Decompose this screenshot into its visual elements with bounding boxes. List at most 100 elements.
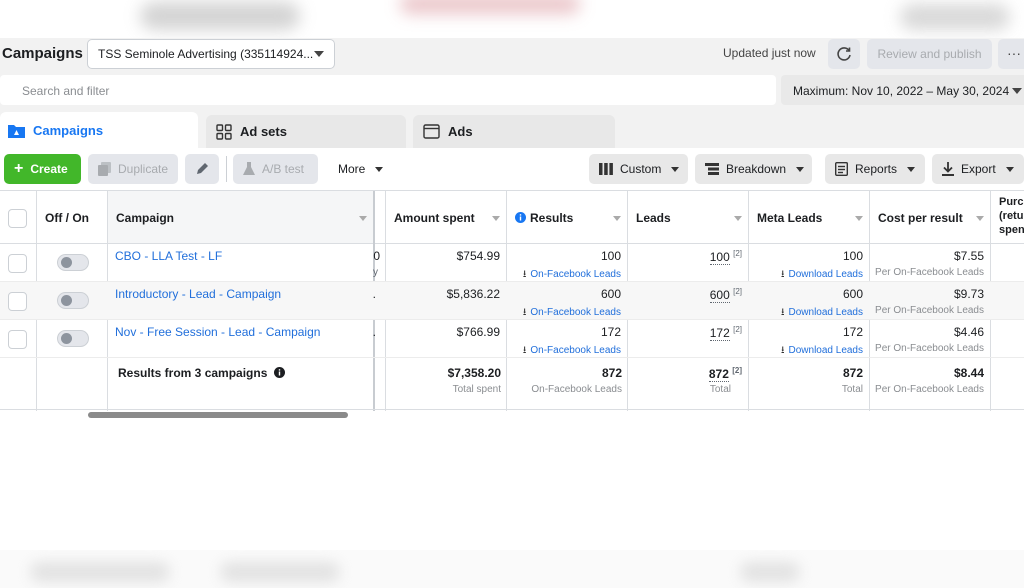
updated-status: Updated just now [723, 46, 816, 60]
info-icon[interactable] [273, 367, 285, 378]
results-label: Results [530, 211, 574, 225]
reports-dropdown[interactable]: Reports [825, 154, 925, 184]
edit-button[interactable] [185, 154, 219, 184]
blurred-bottom-region [0, 550, 1024, 588]
campaign-toggle[interactable] [57, 330, 89, 347]
ab-test-button[interactable]: A/B test [233, 154, 318, 184]
results-sub-label: On-Facebook Leads [530, 307, 621, 318]
campaign-header[interactable]: Campaign [108, 191, 374, 244]
cost-sub-cell: Per On-Facebook Leads [875, 343, 984, 354]
results-header[interactable]: Results [507, 191, 628, 244]
cost-per-result-label: Cost per result [878, 211, 963, 225]
header-bar: Campaigns TSS Seminole Advertising (3351… [0, 38, 1024, 72]
export-dropdown[interactable]: Export [932, 154, 1024, 184]
leads-value: 600 [709, 288, 730, 303]
select-all-checkbox[interactable] [8, 209, 27, 228]
sort-icon [855, 216, 863, 221]
total-cost: $8.44 [953, 366, 984, 380]
table-row[interactable]: CBO - LLA Test - LF 0 y $754.99 100 ⭳ On-… [0, 244, 1024, 282]
row-checkbox[interactable] [8, 292, 27, 311]
sort-icon [613, 216, 621, 221]
date-range-label: Maximum: Nov 10, 2022 – May 30, 2024 [793, 84, 1010, 98]
pencil-icon [197, 163, 208, 174]
create-label: Create [30, 162, 68, 176]
total-spent-label: Total spent [452, 384, 501, 395]
chevron-down-icon [314, 51, 324, 57]
download-icon [942, 162, 954, 176]
refresh-button[interactable] [828, 39, 860, 69]
leads-cell: 100 [2] [628, 249, 742, 265]
cost-per-result-header[interactable]: Cost per result [870, 191, 991, 244]
amount-spent-cell: $754.99 [456, 249, 500, 263]
row-checkbox[interactable] [8, 330, 27, 349]
sort-icon [734, 216, 742, 221]
info-icon [515, 212, 526, 223]
summary-label-text: Results from 3 campaigns [118, 366, 268, 380]
custom-label: Custom [620, 162, 662, 176]
leads-header[interactable]: Leads [628, 191, 749, 244]
more-dropdown[interactable]: More [328, 154, 390, 184]
breakdown-dropdown[interactable]: Breakdown [695, 154, 812, 184]
review-publish-button[interactable]: Review and publish [867, 39, 992, 69]
tab-label: Campaigns [33, 122, 104, 138]
search-row: Search and filter Maximum: Nov 10, 2022 … [0, 72, 1024, 110]
date-range-picker[interactable]: Maximum: Nov 10, 2022 – May 30, 2024 [781, 75, 1024, 105]
cost-cell: $7.55 [953, 249, 984, 263]
tab-ad-sets[interactable]: Ad sets [206, 115, 406, 148]
meta-leads-header[interactable]: Meta Leads [749, 191, 870, 244]
campaign-name-link[interactable]: Nov - Free Session - Lead - Campaign [115, 325, 320, 339]
results-cell: 100 [600, 249, 621, 263]
amount-spent-header[interactable]: Amount spent [386, 191, 507, 244]
search-input[interactable]: Search and filter [0, 75, 776, 105]
select-all-header [0, 191, 37, 244]
download-leads-label: Download Leads [788, 345, 864, 356]
chevron-down-icon [1012, 88, 1022, 94]
horizontal-scrollbar[interactable] [88, 412, 348, 418]
off-on-header[interactable]: Off / On [37, 191, 108, 244]
campaign-name-link[interactable]: Introductory - Lead - Campaign [115, 287, 281, 301]
total-leads: 872 [2] [628, 366, 742, 382]
download-icon: ⭳ [522, 307, 527, 318]
tab-ads[interactable]: Ads [413, 115, 615, 148]
sort-icon [976, 216, 984, 221]
reports-label: Reports [855, 162, 898, 176]
off-on-label: Off / On [45, 211, 89, 225]
leads-sup: [2] [733, 287, 742, 296]
columns-icon [599, 163, 613, 175]
columns-custom-dropdown[interactable]: Custom [589, 154, 688, 184]
results-sub-label: On-Facebook Leads [530, 345, 621, 356]
tab-label: Ads [448, 124, 473, 139]
ad-window-icon [423, 124, 440, 139]
account-selector[interactable]: TSS Seminole Advertising (335114924... [87, 39, 335, 69]
duplicate-label: Duplicate [118, 162, 169, 176]
download-icon: ⭳ [781, 307, 785, 318]
leads-cell: 600 [2] [628, 287, 742, 303]
duplicate-icon [98, 162, 111, 176]
cost-cell: $9.73 [953, 287, 984, 301]
breakdown-label: Breakdown [726, 162, 787, 176]
breakdown-icon [705, 163, 719, 175]
cost-cell: $4.46 [953, 325, 984, 339]
cost-sub-cell: Per On-Facebook Leads [875, 267, 984, 278]
summary-label: Results from 3 campaigns [118, 366, 285, 380]
campaign-toggle[interactable] [57, 292, 89, 309]
tab-campaigns[interactable]: Campaigns [0, 112, 198, 148]
duplicate-button[interactable]: Duplicate [88, 154, 178, 184]
campaign-toggle[interactable] [57, 254, 89, 271]
row-checkbox[interactable] [8, 254, 27, 273]
account-name: TSS Seminole Advertising (335114924... [98, 47, 314, 61]
more-label: More [338, 162, 366, 176]
sort-icon [492, 216, 500, 221]
more-options-button[interactable]: ··· [998, 39, 1024, 69]
purchase-header[interactable]: Purc (retu spen [991, 191, 1024, 244]
amount-spent-cell: $766.99 [456, 325, 500, 339]
create-button[interactable]: + Create [4, 154, 81, 184]
chevron-down-icon [796, 166, 805, 172]
blurred-top-region [0, 0, 1024, 38]
leads-sup: [2] [733, 249, 742, 258]
campaign-name-link[interactable]: CBO - LLA Test - LF [115, 249, 222, 263]
total-meta-leads: 872 [842, 366, 863, 380]
table-row[interactable]: Introductory - Lead - Campaign . $5,836.… [0, 282, 1024, 320]
table-row[interactable]: Nov - Free Session - Lead - Campaign . $… [0, 320, 1024, 358]
campaigns-table: Off / On Campaign Amount spent Results L… [0, 190, 1024, 412]
